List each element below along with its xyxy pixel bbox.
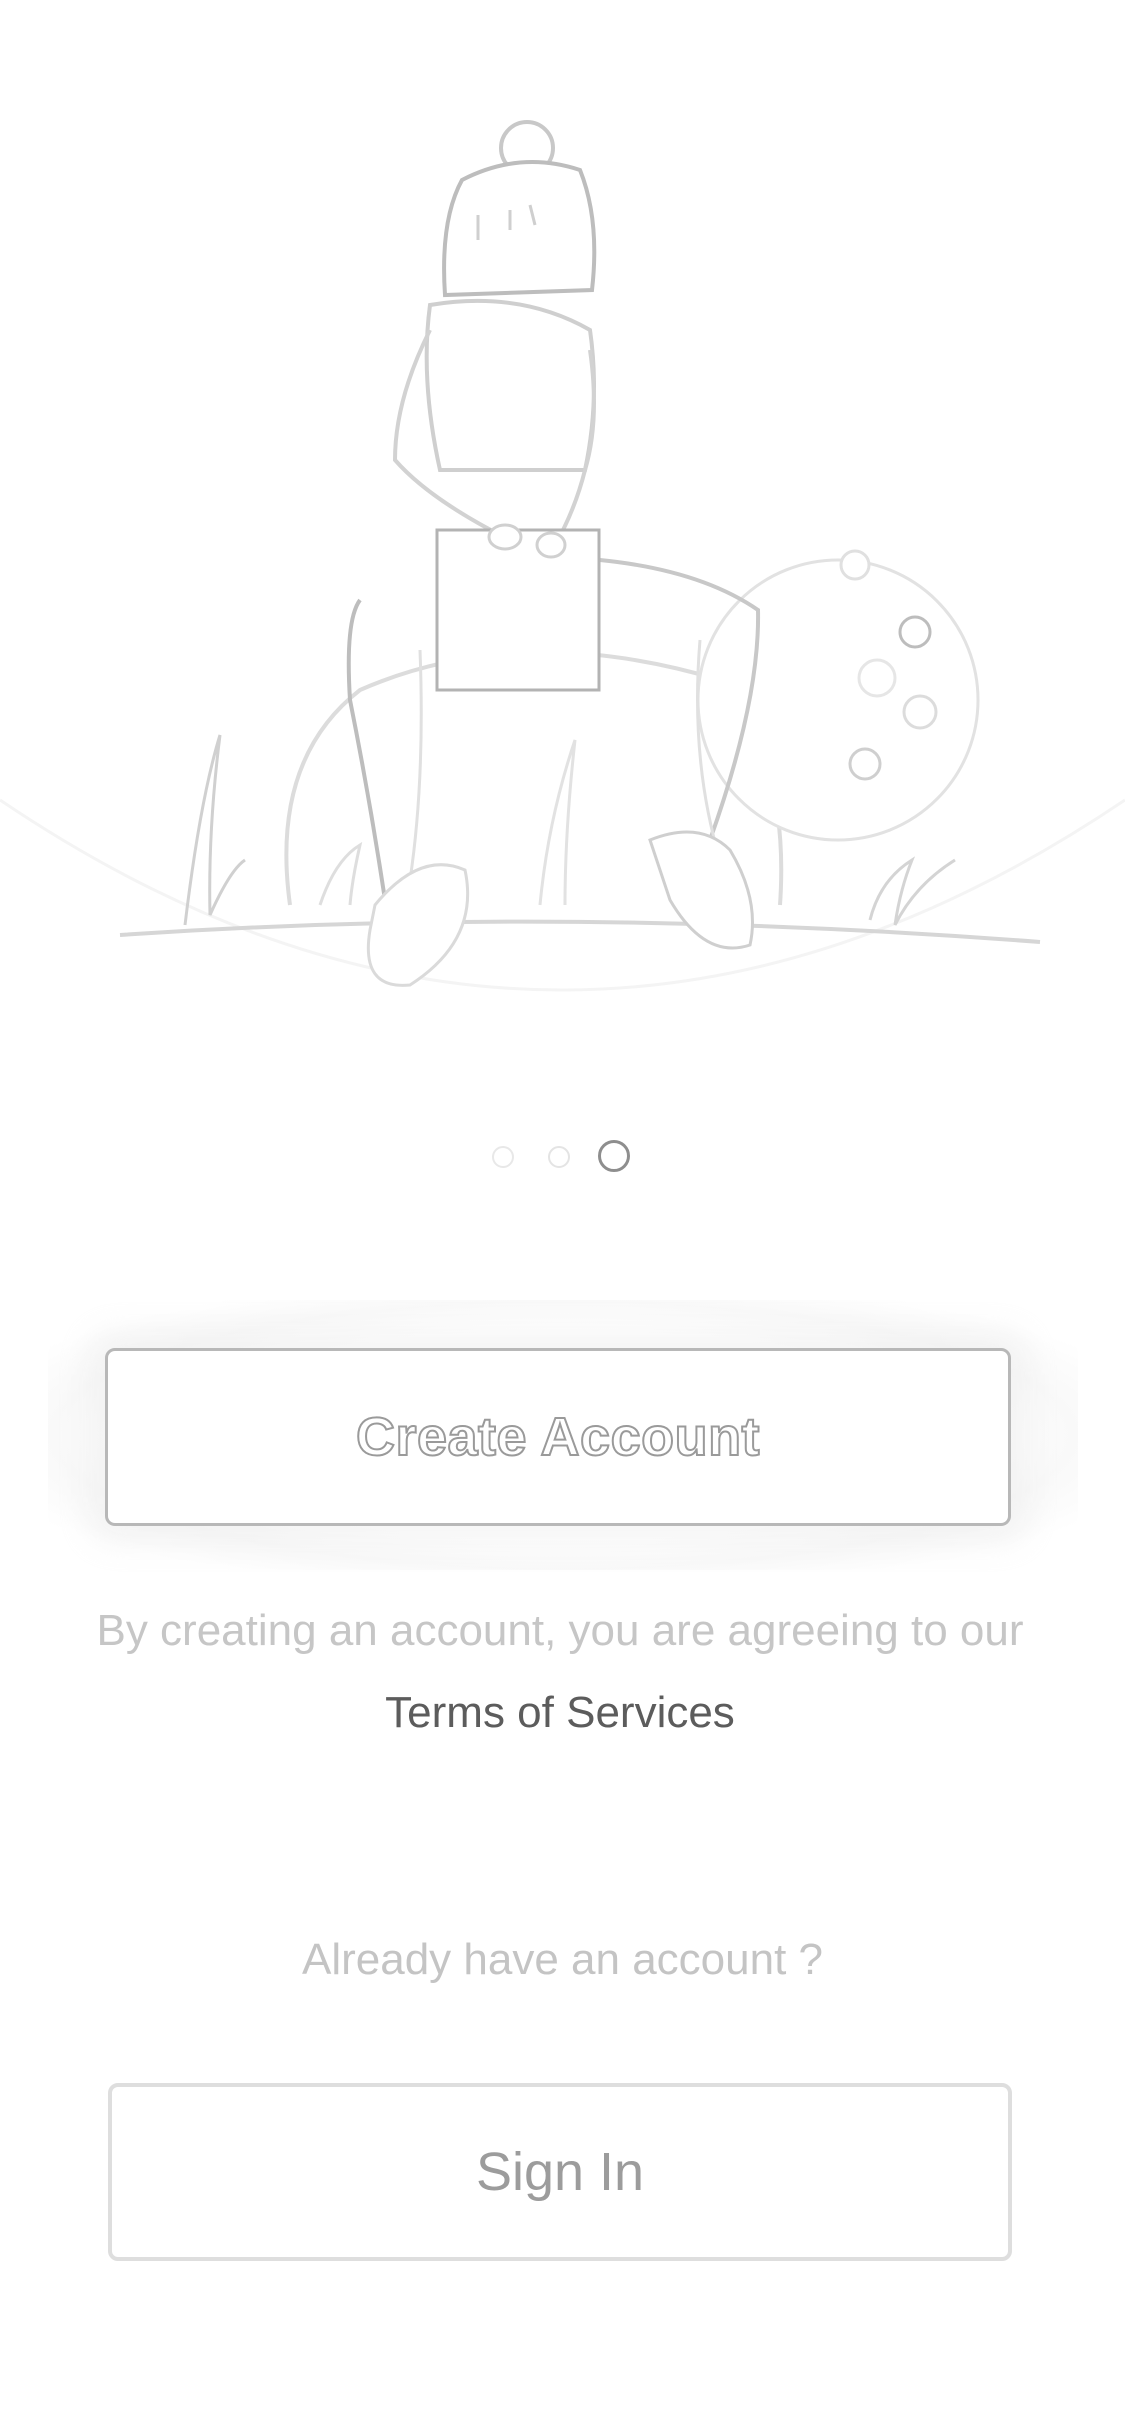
sign-in-button[interactable]: Sign In: [108, 2083, 1012, 2261]
signin-prompt: Already have an account ?: [301, 1935, 824, 1984]
onboarding-illustration: [0, 120, 1125, 992]
terms-notice: By creating an account, you are agreeing…: [60, 1590, 1060, 1754]
terms-of-services-link[interactable]: Terms of Services: [385, 1688, 735, 1737]
pagination-dots: [0, 1138, 1125, 1174]
create-account-button[interactable]: Create Account: [105, 1348, 1011, 1526]
pagination-dot-1[interactable]: [492, 1146, 514, 1168]
pagination-dot-2[interactable]: [548, 1146, 570, 1168]
terms-prefix: By creating an account, you are agreeing…: [96, 1606, 1024, 1655]
create-account-label: Create Account: [355, 1406, 761, 1468]
pagination-dot-3-active[interactable]: [598, 1140, 630, 1172]
sign-in-label: Sign In: [475, 2142, 645, 2202]
